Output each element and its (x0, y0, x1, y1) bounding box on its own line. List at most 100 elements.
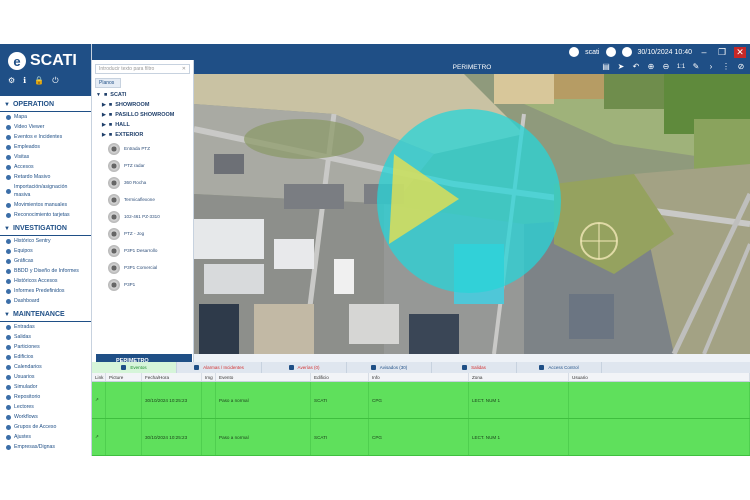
tree-node-3[interactable]: ▶ ■ EXTERIOR (92, 130, 193, 140)
sidebar-item-operation-6[interactable]: Retardo Masivo (0, 172, 91, 182)
tree-node-1[interactable]: ▶ ■ PASILLO SHOWROOM (92, 110, 193, 120)
sidebar-item-maintenance-8[interactable]: Lectores (0, 402, 91, 412)
column-header[interactable]: Edificio (311, 373, 369, 381)
more-icon[interactable]: ⋮ (721, 61, 731, 72)
sidebar-item-maintenance-12[interactable]: Empresas/Dignas (0, 442, 91, 452)
sidebar-item-operation-7[interactable]: Importación/asignación masiva (0, 182, 91, 200)
tab-label: Access Control (548, 365, 579, 370)
column-header[interactable]: Usuario (569, 373, 750, 381)
investigation-header[interactable]: ▼ INVESTIGATION (0, 222, 91, 236)
tree-camera-item[interactable]: 102-461 PZ-3310 (92, 208, 193, 225)
tab-planos[interactable]: Planos (95, 78, 121, 88)
cell-info: CPG (369, 419, 469, 455)
clear-icon[interactable]: ✕ (182, 66, 186, 72)
zoom-in-icon[interactable]: ⊕ (646, 61, 656, 72)
undo-icon[interactable]: ↶ (631, 61, 641, 72)
sidebar-item-investigation-0[interactable]: Histórico Sentry (0, 236, 91, 246)
tree-camera-item[interactable]: P3P1 Desarrollo (92, 242, 193, 259)
tree-camera-item[interactable]: P3P1 (92, 276, 193, 293)
scati-logo: e SCATI (8, 52, 83, 70)
maintenance-header[interactable]: ▼ MAINTENANCE (0, 308, 91, 322)
tree-camera-item[interactable]: PTZ - Jog (92, 225, 193, 242)
power-icon[interactable]: ⏻ (52, 76, 58, 86)
sidebar-item-maintenance-9[interactable]: Workflows (0, 412, 91, 422)
cell-evento: Paso a normal (216, 419, 311, 455)
chart-icon[interactable]: ▤ (601, 61, 611, 72)
tree-camera-item[interactable]: Termicaflexone (92, 191, 193, 208)
datetime-label: 30/10/2024 10:40 (637, 48, 693, 56)
tab-events-1[interactable]: Alarmas / Incidentes (177, 362, 262, 373)
operation-header[interactable]: ▼ OPERATION (0, 98, 91, 112)
restore-button[interactable]: ❐ (716, 47, 728, 58)
sidebar-item-operation-1[interactable]: Video Viewer (0, 122, 91, 132)
tree-camera-item[interactable]: PTZ radar (92, 157, 193, 174)
cell-evento: Paso a normal (216, 382, 311, 418)
sidebar-item-investigation-5[interactable]: Informes Predefinidos (0, 286, 91, 296)
column-header[interactable]: Zona (469, 373, 569, 381)
edit-icon[interactable]: ✎ (691, 61, 701, 72)
tree-camera-item[interactable]: 360 Rocha (92, 174, 193, 191)
sidebar-item-investigation-1[interactable]: Equipos (0, 246, 91, 256)
sidebar-item-operation-8[interactable]: Movimientos manuales (0, 200, 91, 210)
column-header[interactable]: Img (202, 373, 216, 381)
tree-search-input[interactable]: Introducir texto para filtro ✕ (95, 64, 190, 74)
settings-icon[interactable] (569, 47, 580, 57)
sidebar-item-label: Repositorio (14, 394, 41, 400)
satellite-map[interactable] (194, 74, 750, 354)
sidebar-item-maintenance-0[interactable]: Entradas (0, 322, 91, 332)
user-avatar-icon[interactable] (605, 47, 616, 57)
sidebar-item-maintenance-10[interactable]: Grupos de Acceso (0, 422, 91, 432)
menu-item-icon (6, 404, 11, 410)
sidebar-item-maintenance-6[interactable]: Simulador (0, 382, 91, 392)
link-icon[interactable]: ↗ (92, 419, 106, 455)
sidebar-item-maintenance-3[interactable]: Edificios (0, 352, 91, 362)
sidebar-item-investigation-6[interactable]: Dashboard (0, 296, 91, 306)
sidebar-item-operation-5[interactable]: Accesos (0, 162, 91, 172)
zoom-out-icon[interactable]: ⊖ (661, 61, 671, 72)
column-header[interactable]: Evento (216, 373, 311, 381)
hide-icon[interactable]: ⊘ (736, 61, 746, 72)
gear-icon[interactable]: ⚙ (8, 76, 15, 86)
tab-events-2[interactable]: Averías (0) (262, 362, 347, 373)
column-header[interactable]: Info (369, 373, 469, 381)
sidebar-item-operation-9[interactable]: Reconocimiento tarjetas (0, 210, 91, 220)
minimize-button[interactable]: – (698, 47, 710, 58)
tab-events-5[interactable]: Access Control (517, 362, 602, 373)
sidebar-item-maintenance-1[interactable]: Salidas (0, 332, 91, 342)
sidebar-item-maintenance-7[interactable]: Repositorio (0, 392, 91, 402)
lock-icon[interactable]: 🔒 (34, 76, 44, 86)
sidebar-item-maintenance-4[interactable]: Calendarios (0, 362, 91, 372)
sidebar-item-label: Visitas (14, 154, 30, 160)
close-button[interactable]: ✕ (734, 46, 746, 58)
zoom-ratio-button[interactable]: 1:1 (676, 61, 686, 72)
sidebar-item-operation-3[interactable]: Empleados (0, 142, 91, 152)
next-icon[interactable]: › (706, 61, 716, 72)
sidebar-item-maintenance-5[interactable]: Usuarios (0, 372, 91, 382)
tab-events-0[interactable]: Eventos (92, 362, 177, 373)
sidebar-item-investigation-2[interactable]: Gráficas (0, 256, 91, 266)
tree-camera-item[interactable]: Entrada PTZ (92, 140, 193, 157)
tree-node-2[interactable]: ▶ ■ HALL (92, 120, 193, 130)
table-row[interactable]: ↗ 30/10/2024 10:25:23 Paso a normal SCATI CP… (92, 382, 750, 419)
sidebar-item-investigation-4[interactable]: Históricos Accesos (0, 276, 91, 286)
tree-camera-item[interactable]: P3P1 Comercial (92, 259, 193, 276)
column-header[interactable]: Link (92, 373, 106, 381)
info-icon[interactable]: ℹ (23, 76, 26, 86)
sidebar-item-operation-0[interactable]: Mapa (0, 112, 91, 122)
pointer-icon[interactable]: ➤ (616, 61, 626, 72)
sidebar-item-operation-2[interactable]: Eventos e Incidentes (0, 132, 91, 142)
tab-icon (194, 365, 200, 370)
logout-icon[interactable] (621, 47, 632, 57)
tab-events-3[interactable]: Avisados (30) (347, 362, 432, 373)
link-icon[interactable]: ↗ (92, 382, 106, 418)
sidebar-item-investigation-3[interactable]: BBDD y Diseño de Informes (0, 266, 91, 276)
table-row[interactable]: ↗ 30/10/2024 10:25:23 Paso a normal SCATI CP… (92, 419, 750, 456)
sidebar-item-maintenance-11[interactable]: Ajustes (0, 432, 91, 442)
tab-events-4[interactable]: Salidas (432, 362, 517, 373)
sidebar-item-operation-4[interactable]: Visitas (0, 152, 91, 162)
column-header[interactable]: Picture (106, 373, 142, 381)
tree-node-0[interactable]: ▶ ■ SHOWROOM (92, 100, 193, 110)
sidebar-item-maintenance-2[interactable]: Particiones (0, 342, 91, 352)
column-header[interactable]: Fecha/Hora (142, 373, 202, 381)
tree-root[interactable]: ▼ ■ SCATI (92, 90, 193, 100)
